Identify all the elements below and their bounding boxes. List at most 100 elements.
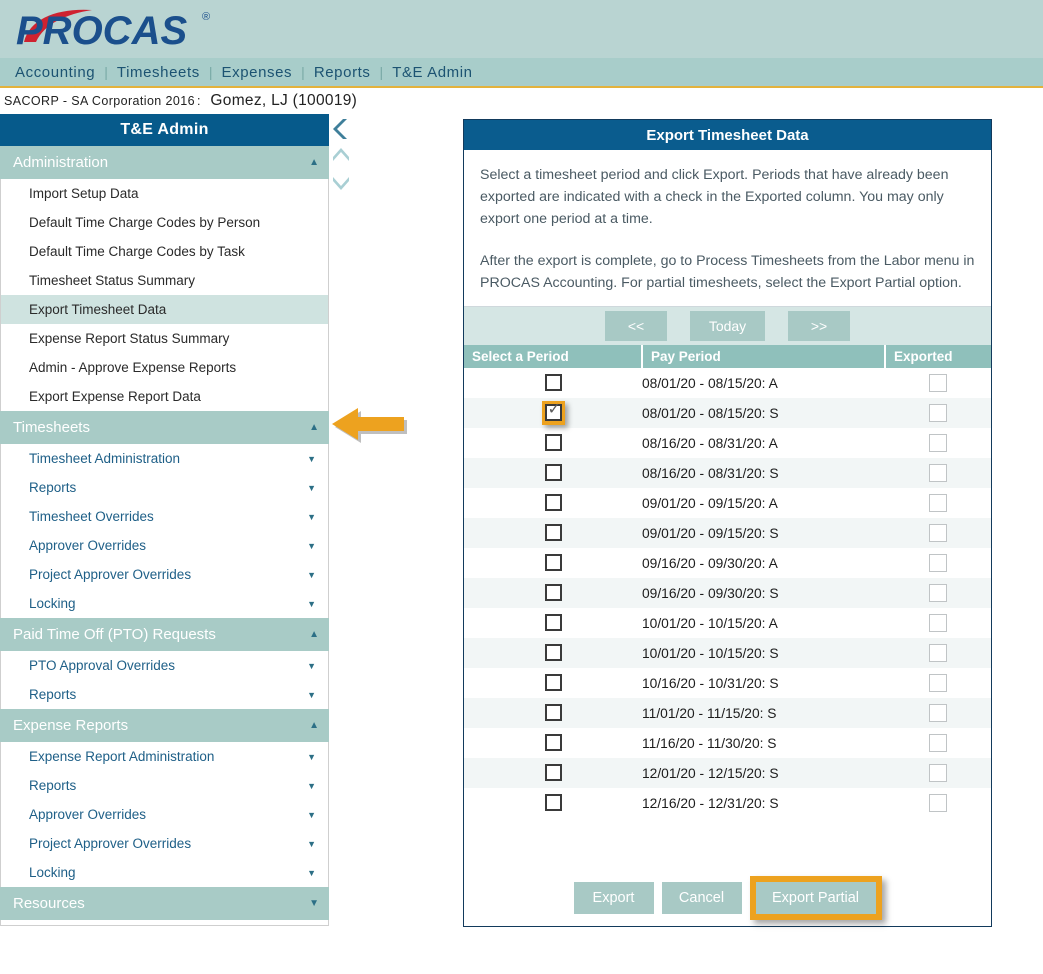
sidebar-item-locking[interactable]: Locking ▼: [1, 589, 328, 618]
sidebar-item-export-timesheet-data[interactable]: Export Timesheet Data: [1, 295, 328, 324]
select-period-cell: [464, 788, 642, 818]
sidebar-item-approver-overrides[interactable]: Approver Overrides ▼: [1, 531, 328, 560]
select-period-checkbox[interactable]: [544, 614, 562, 632]
exported-cell: [885, 368, 991, 398]
sidebar-item-label: Default Time Charge Codes by Person: [29, 215, 261, 230]
table-row: 10/16/20 - 10/31/20: S: [464, 668, 991, 698]
sidebar-group-label: Resources: [13, 895, 85, 912]
checkbox-wrap: [542, 611, 565, 635]
exported-cell: [885, 518, 991, 548]
sidebar-group-label: Administration: [13, 154, 109, 171]
pay-period-cell: 08/16/20 - 08/31/20: A: [642, 435, 778, 451]
select-period-cell: [464, 518, 642, 548]
breadcrumb-user: Gomez, LJ (100019): [210, 92, 358, 109]
sidebar-group-label: Timesheets: [13, 419, 90, 436]
exported-checkbox: [929, 493, 947, 512]
export-partial-button[interactable]: Export Partial: [755, 882, 876, 914]
exported-checkbox: [929, 583, 947, 602]
sidebar-group-administration[interactable]: Administration ▲: [0, 146, 329, 179]
nav-item-timesheets[interactable]: Timesheets: [108, 64, 209, 81]
sidebar-item-project-approver-overrides[interactable]: Project Approver Overrides ▼: [1, 829, 328, 858]
sidebar-item-label: Reports: [29, 778, 77, 793]
select-period-checkbox[interactable]: [544, 434, 562, 452]
sidebar-group-expense-reports[interactable]: Expense Reports ▲: [0, 709, 329, 742]
breadcrumb-company: SACORP - SA Corporation 2016: [4, 94, 195, 108]
chevron-left-icon[interactable]: [330, 116, 352, 142]
select-period-checkbox[interactable]: [544, 584, 562, 602]
checkbox-wrap: [542, 671, 565, 695]
sidebar-group-label: Paid Time Off (PTO) Requests: [13, 626, 216, 643]
sidebar-item-label: Project Approver Overrides: [29, 567, 192, 582]
sidebar-item-timesheet-status-summary[interactable]: Timesheet Status Summary: [1, 266, 328, 295]
prev-period-button[interactable]: <<: [605, 311, 667, 341]
chevron-up-icon[interactable]: [330, 144, 352, 168]
select-period-checkbox[interactable]: [544, 734, 562, 752]
sidebar: T&E Admin Administration ▲ Import Setup Da…: [0, 114, 329, 926]
sidebar-item-reports[interactable]: Reports ▼: [1, 473, 328, 502]
sidebar-item-timesheet-administration[interactable]: Timesheet Administration ▼: [1, 444, 328, 473]
nav-item-reports[interactable]: Reports: [305, 64, 380, 81]
checkbox-wrap: [542, 641, 565, 665]
period-pager: << Today >>: [464, 307, 991, 345]
sidebar-item-approver-overrides[interactable]: Approver Overrides ▼: [1, 800, 328, 829]
sidebar-item-admin-approve-expense-reports[interactable]: Admin - Approve Expense Reports: [1, 353, 328, 382]
sidebar-item-expense-report-status-summary[interactable]: Expense Report Status Summary: [1, 324, 328, 353]
select-period-checkbox[interactable]: [544, 764, 562, 782]
exported-cell: [885, 428, 991, 458]
caret-down-icon: ▼: [307, 660, 316, 671]
sidebar-item-expense-report-administration[interactable]: Expense Report Administration ▼: [1, 742, 328, 771]
table-row: 12/16/20 - 12/31/20: S: [464, 788, 991, 818]
select-period-checkbox[interactable]: ✓: [544, 401, 562, 422]
export-button[interactable]: Export: [573, 882, 654, 914]
sidebar-item-reports[interactable]: Reports ▼: [1, 771, 328, 800]
column-header-pay-period: Pay Period: [642, 345, 886, 368]
select-period-checkbox[interactable]: [544, 494, 562, 512]
sidebar-item-import-setup-data[interactable]: Import Setup Data: [1, 179, 328, 208]
select-period-checkbox[interactable]: [544, 704, 562, 722]
logo-band: PROCAS ®: [0, 0, 1043, 58]
select-period-checkbox[interactable]: [544, 644, 562, 662]
sidebar-item-timesheet-overrides[interactable]: Timesheet Overrides ▼: [1, 502, 328, 531]
sidebar-item-export-expense-report-data[interactable]: Export Expense Report Data: [1, 382, 328, 411]
pay-period-cell: 10/01/20 - 10/15/20: S: [642, 645, 779, 661]
cancel-button[interactable]: Cancel: [661, 882, 742, 914]
select-period-checkbox[interactable]: [544, 554, 562, 572]
sidebar-item-default-time-charge-codes-by-task[interactable]: Default Time Charge Codes by Task: [1, 237, 328, 266]
select-period-cell: ✓: [464, 398, 642, 428]
select-period-checkbox[interactable]: [544, 464, 562, 482]
sidebar-group-resources[interactable]: Resources ▼: [0, 887, 329, 920]
select-period-checkbox[interactable]: [544, 794, 562, 812]
pay-period-cell: 08/01/20 - 08/15/20: S: [642, 405, 779, 421]
today-button[interactable]: Today: [690, 311, 765, 341]
sidebar-item-label: Approver Overrides: [29, 807, 147, 822]
checkbox-wrap: [542, 521, 565, 545]
sidebar-item-label: Reports: [29, 687, 77, 702]
select-period-checkbox[interactable]: [544, 524, 562, 542]
nav-item-te-admin[interactable]: T&E Admin: [383, 64, 481, 81]
breadcrumb-colon: :: [196, 94, 201, 108]
select-period-checkbox[interactable]: [544, 374, 562, 392]
sidebar-item-reports[interactable]: Reports ▼: [1, 680, 328, 709]
main-nav: Accounting | Timesheets | Expenses | Rep…: [0, 58, 1043, 88]
sidebar-group-paid-time-off-pto-requests[interactable]: Paid Time Off (PTO) Requests ▲: [0, 618, 329, 651]
sidebar-group-timesheets[interactable]: Timesheets ▲: [0, 411, 329, 444]
sidebar-item-project-approver-overrides[interactable]: Project Approver Overrides ▼: [1, 560, 328, 589]
table-row: 08/16/20 - 08/31/20: A: [464, 428, 991, 458]
sidebar-item-locking[interactable]: Locking ▼: [1, 858, 328, 887]
dialog-instructions: Select a timesheet period and click Expo…: [464, 150, 991, 307]
exported-cell: [885, 548, 991, 578]
sidebar-item-pto-approval-overrides[interactable]: PTO Approval Overrides ▼: [1, 651, 328, 680]
nav-item-accounting[interactable]: Accounting: [6, 64, 104, 81]
chevron-down-icon[interactable]: [330, 170, 352, 194]
next-period-button[interactable]: >>: [788, 311, 850, 341]
sidebar-item-label: Reports: [29, 480, 77, 495]
table-row: 10/01/20 - 10/15/20: S: [464, 638, 991, 668]
checkbox-wrap: [542, 761, 565, 785]
caret-up-icon: ▲: [309, 157, 319, 168]
select-period-checkbox[interactable]: [544, 674, 562, 692]
pay-period-cell: 11/01/20 - 11/15/20: S: [642, 705, 777, 721]
nav-item-expenses[interactable]: Expenses: [212, 64, 301, 81]
caret-down-icon: ▼: [307, 809, 316, 820]
exported-checkbox: [929, 763, 947, 782]
sidebar-item-default-time-charge-codes-by-person[interactable]: Default Time Charge Codes by Person: [1, 208, 328, 237]
